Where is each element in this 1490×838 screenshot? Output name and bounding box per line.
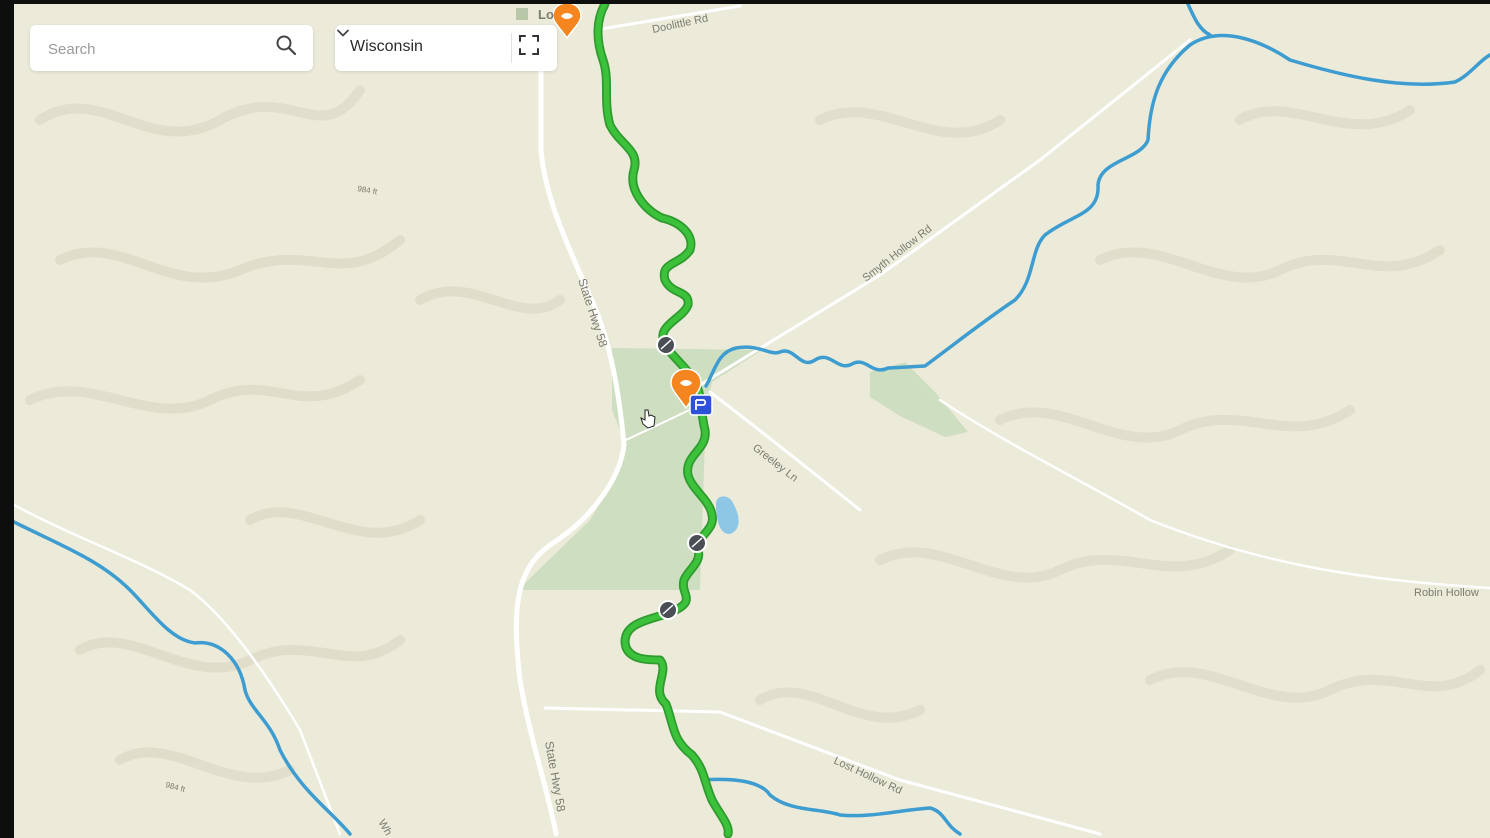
place-label-partial: Lo bbox=[538, 7, 554, 22]
chevron-down-icon bbox=[337, 29, 349, 37]
region-selected-value: Wisconsin bbox=[350, 38, 423, 55]
window-left-edge bbox=[0, 0, 14, 838]
map-canvas[interactable]: Lo Doolittle Rd State Hwy 58 Smyth Hollo… bbox=[14, 4, 1490, 838]
control-divider bbox=[511, 33, 512, 63]
access-point-marker[interactable] bbox=[658, 600, 678, 620]
road-label-robin-hollow: Robin Hollow bbox=[1414, 587, 1479, 599]
parking-marker[interactable] bbox=[689, 394, 713, 416]
search-input[interactable] bbox=[46, 25, 270, 73]
region-dropdown[interactable]: Wisconsin bbox=[335, 25, 511, 71]
access-point-marker[interactable] bbox=[687, 533, 707, 553]
search-button[interactable] bbox=[275, 34, 303, 62]
search-bar bbox=[30, 25, 313, 73]
region-control-group: Wisconsin bbox=[335, 25, 557, 71]
access-point-marker[interactable] bbox=[656, 335, 676, 355]
fullscreen-button[interactable] bbox=[518, 34, 548, 62]
search-icon bbox=[276, 35, 297, 56]
place-icon bbox=[516, 8, 528, 20]
fullscreen-icon bbox=[519, 35, 539, 55]
